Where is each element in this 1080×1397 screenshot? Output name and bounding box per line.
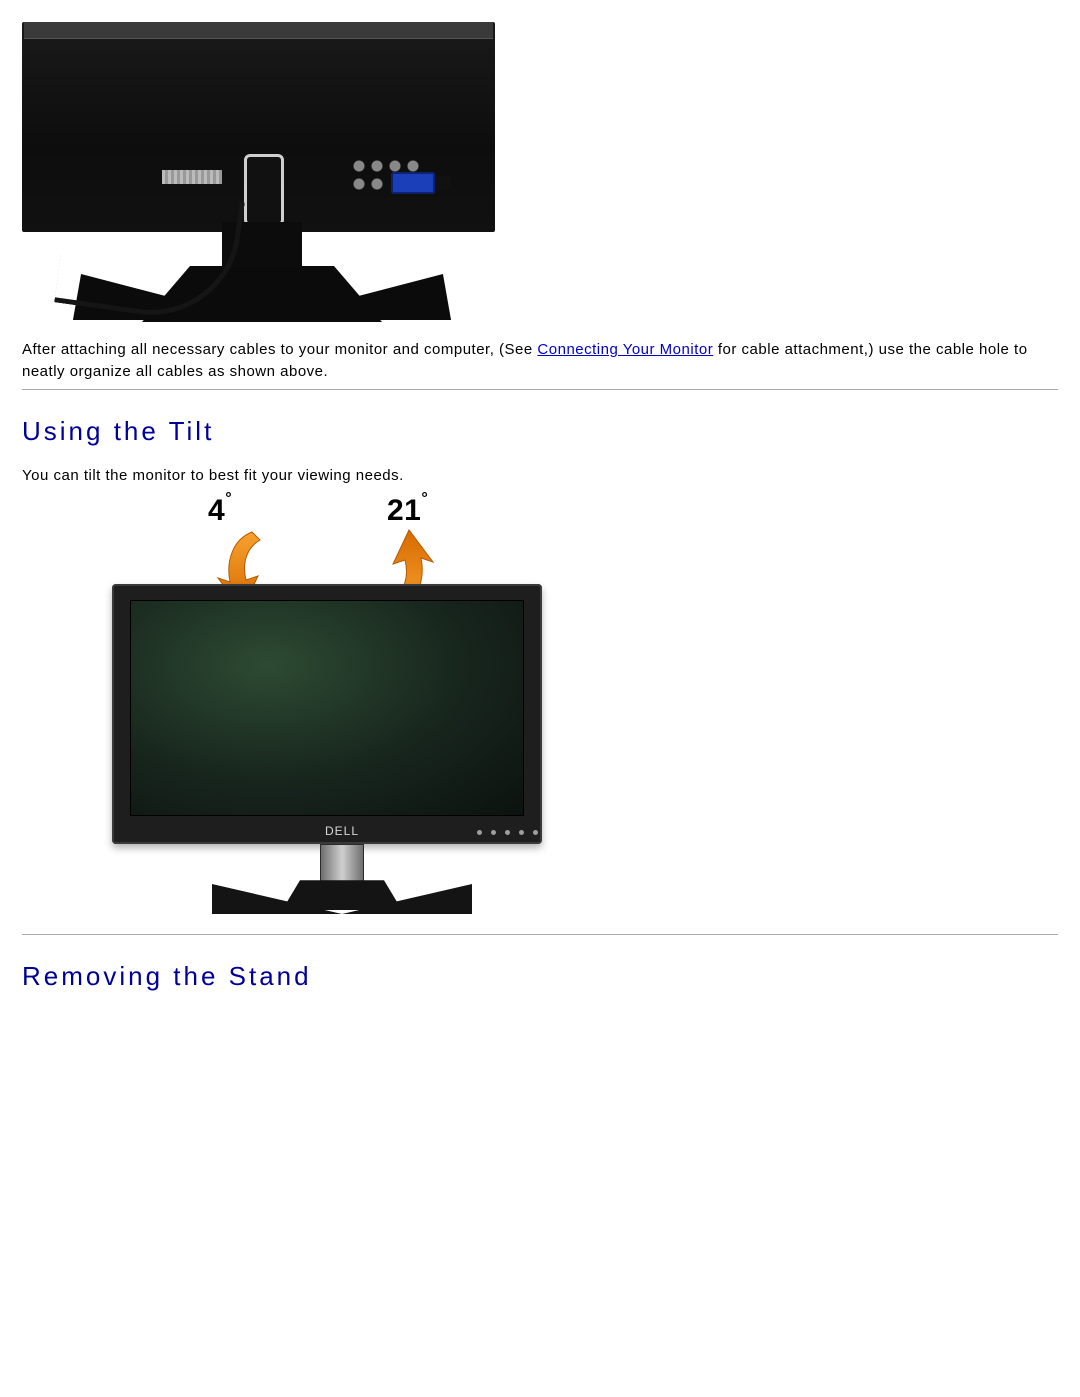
cable-management-hole [244, 154, 284, 226]
heading-removing-the-stand: Removing the Stand [22, 961, 1058, 992]
tilt-back-angle: 21° [387, 494, 428, 528]
monitor-screen [130, 600, 524, 816]
panel-top-edge [24, 22, 493, 39]
vga-connector [391, 172, 435, 194]
stand-foot-wings [212, 880, 472, 914]
divider [22, 934, 1058, 935]
divider [22, 389, 1058, 390]
degree-symbol: ° [421, 490, 428, 507]
angle-value: 21 [387, 494, 421, 527]
angle-value: 4 [208, 494, 225, 527]
front-buttons [477, 830, 538, 835]
caption-text-pre: After attaching all necessary cables to … [22, 341, 537, 358]
heading-using-the-tilt: Using the Tilt [22, 416, 1058, 447]
figure-cable-management [22, 22, 495, 331]
tilt-forward-angle: 4° [208, 494, 232, 528]
figure-tilt-range: 4° 21° DELL [92, 492, 592, 922]
brand-logo: DELL [325, 824, 359, 838]
degree-symbol: ° [225, 490, 232, 507]
tilt-body-text: You can tilt the monitor to best fit you… [22, 465, 1058, 487]
barcode-label [162, 170, 222, 184]
connecting-your-monitor-link[interactable]: Connecting Your Monitor [537, 341, 713, 358]
figure-caption: After attaching all necessary cables to … [22, 339, 1058, 383]
